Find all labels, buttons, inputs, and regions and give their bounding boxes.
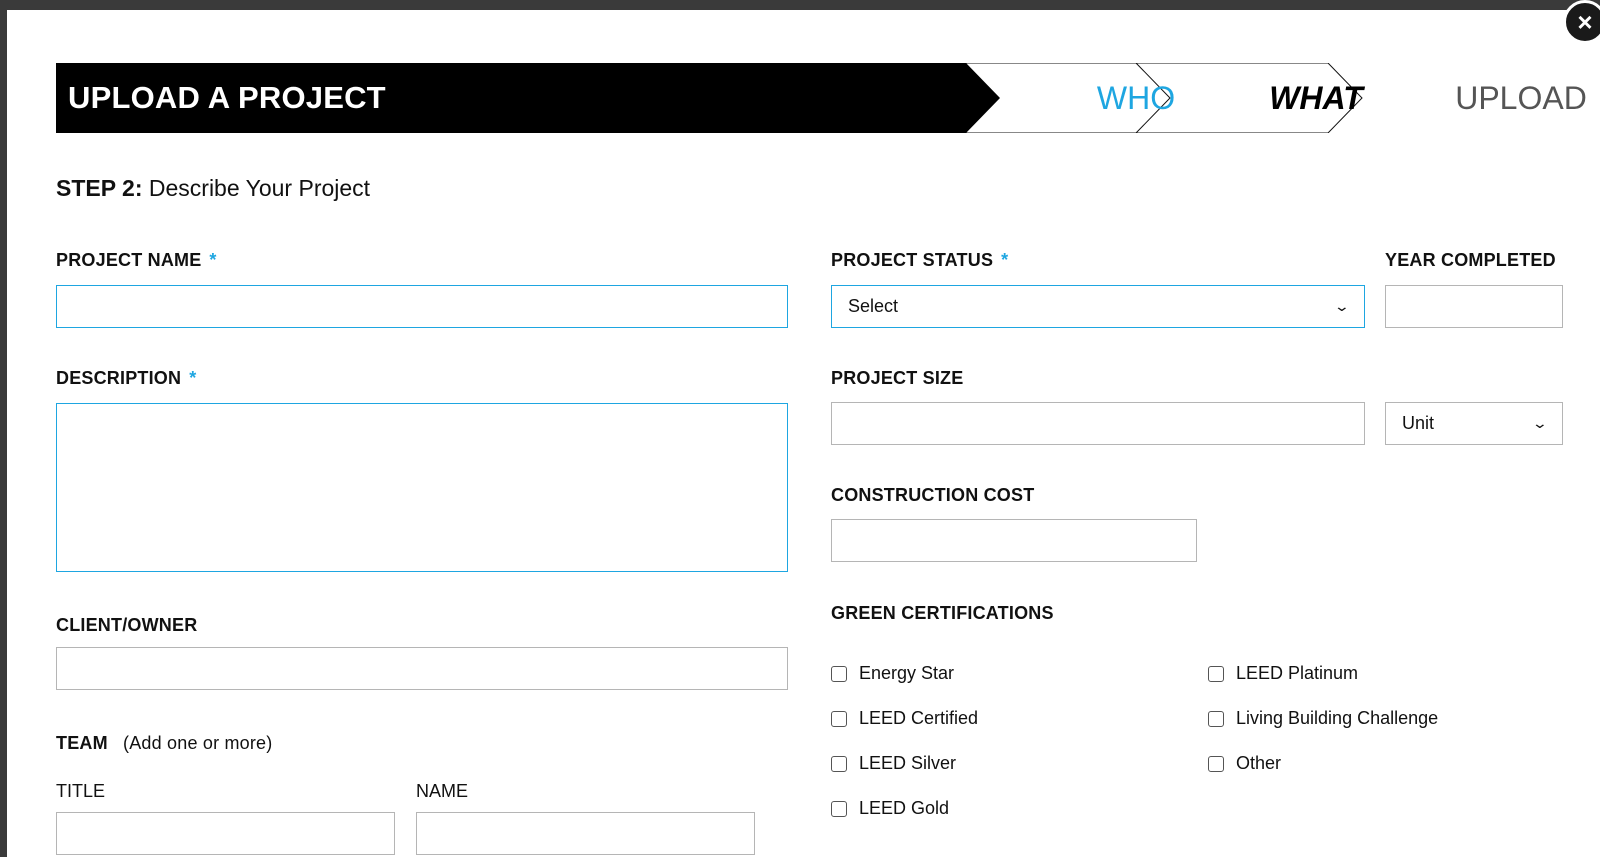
project-size-label: PROJECT SIZE	[831, 368, 964, 388]
step-upload[interactable]: UPLOAD	[1441, 63, 1600, 133]
checkbox[interactable]	[831, 710, 847, 727]
modal-title: UPLOAD A PROJECT	[68, 80, 386, 115]
cert-other[interactable]: Other	[1208, 753, 1281, 774]
unit-value: Unit	[1402, 413, 1435, 433]
green-certifications-label: GREEN CERTIFICATIONS	[831, 603, 1054, 623]
step-who[interactable]: WHO	[1066, 63, 1206, 133]
cert-leed-certified[interactable]: LEED Certified	[831, 708, 978, 729]
project-status-select[interactable]: Select ⌄	[831, 285, 1365, 328]
construction-cost-input[interactable]	[831, 519, 1197, 562]
cert-living-building-challenge[interactable]: Living Building Challenge	[1208, 708, 1438, 729]
client-owner-label: CLIENT/OWNER	[56, 615, 198, 635]
year-completed-input[interactable]	[1385, 285, 1563, 328]
cert-leed-gold[interactable]: LEED Gold	[831, 798, 949, 819]
required-marker: *	[189, 368, 197, 388]
checkbox[interactable]	[1208, 710, 1224, 727]
chevron-down-icon: ⌄	[1531, 415, 1549, 431]
upload-project-modal: UPLOAD A PROJECT WHO WHAT UPLOAD STEP 2:…	[7, 10, 1600, 857]
checkbox[interactable]	[831, 800, 847, 817]
project-status-value: Select	[848, 296, 899, 316]
project-status-label: PROJECT STATUS *	[831, 250, 1009, 270]
project-name-label: PROJECT NAME *	[56, 250, 217, 270]
checkbox[interactable]	[1208, 755, 1224, 772]
close-icon: ×	[1577, 7, 1593, 37]
description-textarea[interactable]	[56, 403, 788, 572]
team-hint: (Add one or more)	[123, 733, 273, 753]
chevron-down-icon: ⌄	[1333, 298, 1351, 314]
team-name-label: NAME	[416, 781, 469, 801]
team-title-input[interactable]	[56, 812, 395, 855]
project-size-input[interactable]	[831, 402, 1365, 445]
step-number: STEP 2:	[56, 175, 143, 201]
client-owner-input[interactable]	[56, 647, 788, 690]
close-button[interactable]: ×	[1563, 0, 1600, 44]
project-name-input[interactable]	[56, 285, 788, 328]
team-title-label: TITLE	[56, 781, 106, 801]
step-title: Describe Your Project	[148, 175, 371, 201]
wizard-header: UPLOAD A PROJECT WHO WHAT UPLOAD	[56, 63, 1587, 133]
required-marker: *	[209, 250, 217, 270]
checkbox[interactable]	[831, 755, 847, 772]
cert-leed-silver[interactable]: LEED Silver	[831, 753, 956, 774]
construction-cost-label: CONSTRUCTION COST	[831, 485, 1035, 505]
cert-leed-platinum[interactable]: LEED Platinum	[1208, 663, 1358, 684]
checkbox[interactable]	[831, 665, 847, 682]
step-what[interactable]: WHAT	[1246, 63, 1386, 133]
team-name-input[interactable]	[416, 812, 755, 855]
cert-energy-star[interactable]: Energy Star	[831, 663, 954, 684]
step-heading: STEP 2: Describe Your Project	[56, 175, 370, 202]
description-label: DESCRIPTION *	[56, 368, 197, 388]
team-label: TEAM (Add one or more)	[56, 733, 273, 753]
unit-select[interactable]: Unit ⌄	[1385, 402, 1563, 445]
required-marker: *	[1001, 250, 1009, 270]
checkbox[interactable]	[1208, 665, 1224, 682]
year-completed-label: YEAR COMPLETED	[1385, 250, 1556, 270]
